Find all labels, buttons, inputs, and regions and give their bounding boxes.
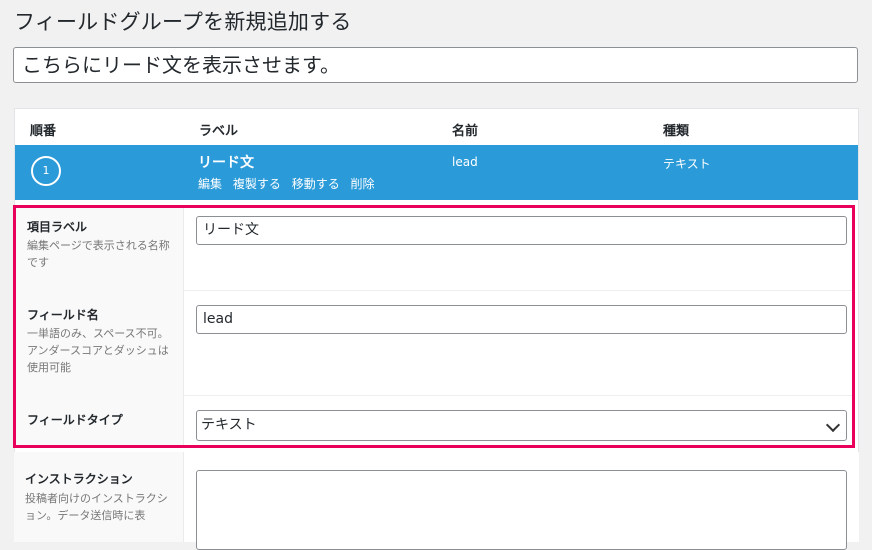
setting-field-name: フィールド名 一単語のみ、スペース不可。アンダースコアとダッシュは使用可能 le… (16, 290, 852, 396)
field-row-type: テキスト (663, 157, 711, 171)
duplicate-link[interactable]: 複製する (233, 177, 281, 191)
setting-label-column: フィールド名 一単語のみ、スペース不可。アンダースコアとダッシュは使用可能 (16, 290, 184, 395)
edit-link[interactable]: 編集 (198, 177, 222, 191)
field-type-title: フィールドタイプ (27, 413, 123, 427)
order-handle[interactable]: 1 (31, 156, 61, 186)
chevron-down-icon (825, 417, 841, 433)
field-name-desc: 一単語のみ、スペース不可。アンダースコアとダッシュは使用可能 (27, 327, 169, 374)
setting-label-column: インストラクション 投稿者向けのインストラクション。データ送信時に表 (14, 452, 184, 542)
instructions-textarea[interactable] (196, 470, 847, 550)
field-type-select[interactable]: テキスト (196, 410, 847, 441)
header-order: 順番 (30, 124, 57, 139)
lead-text-input[interactable]: こちらにリード文を表示させます。 (13, 47, 858, 83)
delete-link[interactable]: 削除 (351, 177, 375, 191)
field-row-name: lead (452, 155, 478, 169)
setting-label-column: フィールドタイプ (16, 395, 184, 445)
item-label-input[interactable]: リード文 (196, 216, 847, 245)
field-settings-highlight: 項目ラベル 編集ページで表示される名称です リード文 フィールド名 一単語のみ、… (13, 205, 855, 448)
move-link[interactable]: 移動する (292, 177, 340, 191)
item-label-title: 項目ラベル (27, 220, 88, 234)
setting-instructions: インストラクション 投稿者向けのインストラクション。データ送信時に表 (14, 452, 859, 550)
field-row-actions: 編集 複製する 移動する 削除 (198, 175, 382, 192)
setting-label-column: 項目ラベル 編集ページで表示される名称です (16, 208, 184, 290)
header-label: ラベル (199, 124, 239, 139)
field-row-active[interactable]: 1 リード文 編集 複製する 移動する 削除 lead テキスト (15, 145, 858, 200)
field-name-title: フィールド名 (27, 308, 99, 322)
setting-item-label: 項目ラベル 編集ページで表示される名称です リード文 (16, 208, 852, 291)
item-label-desc: 編集ページで表示される名称です (27, 239, 170, 269)
setting-field-type: フィールドタイプ テキスト (16, 395, 852, 445)
page-title: フィールドグループを新規追加する (14, 10, 352, 34)
header-type: 種類 (663, 124, 690, 139)
field-type-value: テキスト (201, 417, 257, 433)
instructions-desc: 投稿者向けのインストラクション。データ送信時に表 (25, 492, 168, 522)
field-name-input[interactable]: lead (196, 305, 847, 334)
instructions-title: インストラクション (25, 472, 133, 486)
header-name: 名前 (452, 124, 479, 139)
field-row-label[interactable]: リード文 (198, 152, 254, 172)
table-header: 順番 ラベル 名前 種類 (15, 109, 858, 146)
